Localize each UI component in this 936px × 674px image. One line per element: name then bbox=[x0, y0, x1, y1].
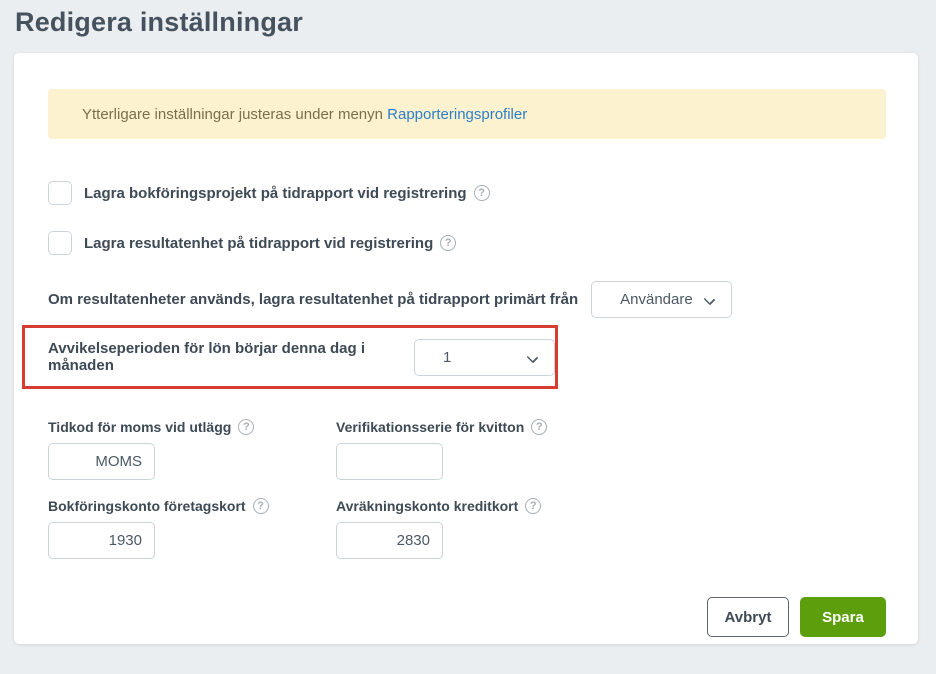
bokforingsprojekt-checkbox[interactable] bbox=[48, 181, 72, 205]
help-icon[interactable]: ? bbox=[474, 185, 490, 201]
rapporteringsprofiler-link[interactable]: Rapporteringsprofiler bbox=[387, 106, 527, 123]
help-icon[interactable]: ? bbox=[525, 498, 541, 514]
field-label-text: Tidkod för moms vid utlägg bbox=[48, 419, 231, 435]
resultatenhet-primart-select[interactable]: Användare bbox=[591, 281, 732, 318]
fields-grid: Tidkod för moms vid utlägg ? Verifikatio… bbox=[48, 419, 886, 577]
help-icon[interactable]: ? bbox=[531, 419, 547, 435]
select-label: Avvikelseperioden för lön börjar denna d… bbox=[48, 340, 401, 374]
avrakningskonto-input[interactable] bbox=[336, 522, 443, 559]
field-avrakningskonto: Avräkningskonto kreditkort ? bbox=[336, 498, 624, 559]
verifikationsserie-input[interactable] bbox=[336, 443, 443, 480]
select-value: Användare bbox=[620, 291, 693, 308]
chevron-down-icon bbox=[704, 294, 716, 306]
help-icon[interactable]: ? bbox=[253, 498, 269, 514]
cancel-button[interactable]: Avbryt bbox=[707, 597, 789, 637]
field-label: Avräkningskonto kreditkort ? bbox=[336, 498, 624, 514]
field-label-text: Bokföringskonto företagskort bbox=[48, 498, 246, 514]
field-label: Bokföringskonto företagskort ? bbox=[48, 498, 336, 514]
page-title: Redigera inställningar bbox=[15, 7, 936, 38]
field-tidkod-moms: Tidkod för moms vid utlägg ? bbox=[48, 419, 336, 480]
chevron-down-icon bbox=[527, 351, 539, 363]
info-banner-text: Ytterligare inställningar justeras under… bbox=[82, 106, 387, 123]
checkbox-label: Lagra bokföringsprojekt på tidrapport vi… bbox=[84, 185, 467, 202]
tidkod-moms-input[interactable] bbox=[48, 443, 155, 480]
settings-card: Ytterligare inställningar justeras under… bbox=[14, 53, 918, 644]
field-bokforingskonto: Bokföringskonto företagskort ? bbox=[48, 498, 336, 559]
field-label: Verifikationsserie för kvitton ? bbox=[336, 419, 624, 435]
field-label-text: Avräkningskonto kreditkort bbox=[336, 498, 518, 514]
checkbox-label: Lagra resultatenhet på tidrapport vid re… bbox=[84, 235, 433, 252]
field-verifikationsserie: Verifikationsserie för kvitton ? bbox=[336, 419, 624, 480]
field-label-text: Verifikationsserie för kvitton bbox=[336, 419, 524, 435]
checkbox-row-resultatenhet: Lagra resultatenhet på tidrapport vid re… bbox=[48, 231, 886, 255]
avvikelseperiod-dag-select[interactable]: 1 bbox=[414, 339, 555, 376]
help-icon[interactable]: ? bbox=[238, 419, 254, 435]
avvikelseperiod-highlight-rect: Avvikelseperioden för lön börjar denna d… bbox=[22, 325, 558, 389]
bokforingskonto-input[interactable] bbox=[48, 522, 155, 559]
resultatenhet-checkbox[interactable] bbox=[48, 231, 72, 255]
checkbox-row-bokforingsprojekt: Lagra bokföringsprojekt på tidrapport vi… bbox=[48, 181, 886, 205]
select-label: Om resultatenheter används, lagra result… bbox=[48, 291, 578, 308]
info-banner: Ytterligare inställningar justeras under… bbox=[48, 89, 886, 139]
field-label: Tidkod för moms vid utlägg ? bbox=[48, 419, 336, 435]
resultatenhet-primart-row: Om resultatenheter används, lagra result… bbox=[48, 281, 886, 318]
action-buttons: Avbryt Spara bbox=[48, 597, 886, 637]
select-value: 1 bbox=[443, 349, 451, 366]
help-icon[interactable]: ? bbox=[440, 235, 456, 251]
save-button[interactable]: Spara bbox=[800, 597, 886, 637]
